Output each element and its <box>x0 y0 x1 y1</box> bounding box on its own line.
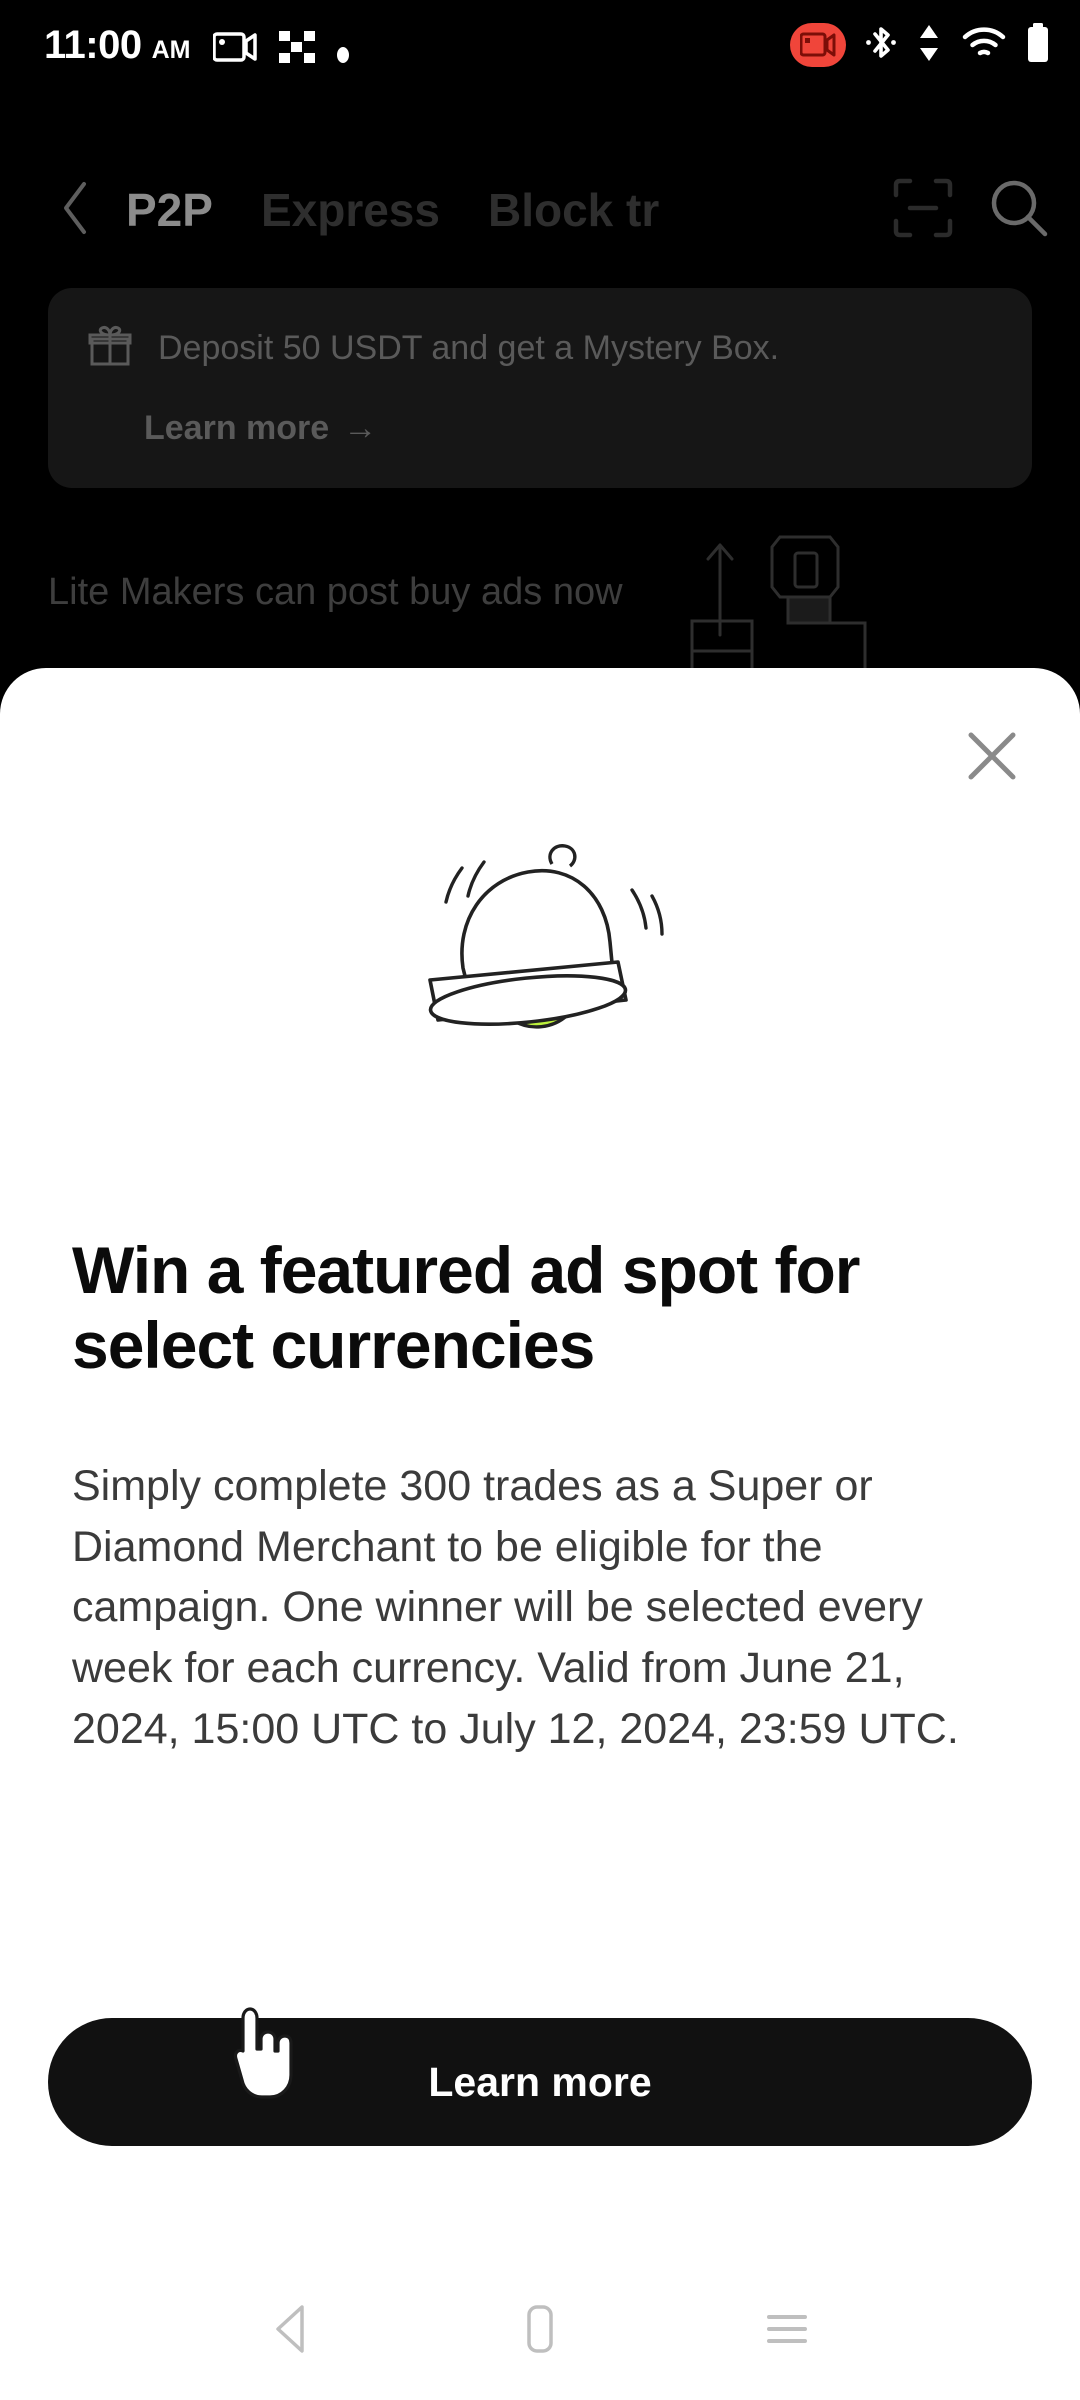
ringing-bell-illustration <box>400 816 680 1071</box>
arrow-right-icon: → <box>343 409 378 447</box>
scan-icon[interactable] <box>892 177 954 244</box>
lite-makers-card[interactable]: Lite Makers can post buy ads now <box>0 535 1080 743</box>
screen-record-icon <box>212 31 257 65</box>
modal-title: Win a featured ad spot for select curren… <box>72 1233 860 1383</box>
home-pill-icon <box>518 2301 562 2362</box>
back-button[interactable] <box>40 180 110 241</box>
battery-icon <box>1026 22 1050 68</box>
system-back-button[interactable] <box>248 2286 338 2376</box>
screen-record-badge-icon <box>790 23 846 67</box>
gift-icon <box>88 324 132 373</box>
nav-actions <box>892 177 1050 244</box>
pointing-hand-cursor <box>228 2005 298 2106</box>
system-home-button[interactable] <box>495 2286 585 2376</box>
close-icon <box>965 729 1019 788</box>
modal-close-button[interactable] <box>952 718 1032 798</box>
dot-icon <box>336 47 349 65</box>
data-transfer-icon <box>916 23 942 68</box>
status-bar-right <box>790 22 1050 68</box>
system-recents-button[interactable] <box>742 2286 832 2376</box>
learn-more-button[interactable]: Learn more <box>48 2018 1032 2146</box>
recents-menu-icon <box>761 2301 813 2362</box>
market-tabs: P2P Express Block tr <box>126 183 882 237</box>
promo-banner[interactable]: Deposit 50 USDT and get a Mystery Box. L… <box>48 288 1032 488</box>
search-icon[interactable] <box>988 177 1050 244</box>
system-navigation-bar <box>0 2262 1080 2400</box>
qr-fragment-icon <box>278 31 315 65</box>
status-bar: 11:00 AM <box>0 0 1080 90</box>
promo-banner-row: Deposit 50 USDT and get a Mystery Box. <box>88 324 992 373</box>
chevron-left-icon <box>58 180 92 241</box>
lite-makers-text: Lite Makers can post buy ads now <box>48 571 623 613</box>
status-bar-left: 11:00 AM <box>44 25 349 65</box>
promo-modal-sheet: Win a featured ad spot for select curren… <box>0 668 1080 2262</box>
back-triangle-icon <box>268 2301 318 2362</box>
phone-screen: 11:00 AM P2P Express Block tr Deposit 50… <box>0 0 1080 2400</box>
promo-banner-text: Deposit 50 USDT and get a Mystery Box. <box>158 329 780 368</box>
tab-p2p[interactable]: P2P <box>126 183 213 237</box>
tab-block-trade[interactable]: Block tr <box>488 183 659 237</box>
bluetooth-icon <box>866 23 896 68</box>
status-clock: 11:00 <box>44 23 142 67</box>
modal-body-text: Simply complete 300 trades as a Super or… <box>72 1462 959 1753</box>
promo-learn-more-label: Learn more <box>144 409 330 447</box>
wifi-icon <box>962 26 1006 65</box>
bell-illustration-container <box>0 816 1080 1071</box>
promo-learn-more-link[interactable]: Learn more → <box>144 409 992 448</box>
status-clock-meridiem: AM <box>151 36 191 64</box>
learn-more-button-label: Learn more <box>428 2058 652 2105</box>
tab-express[interactable]: Express <box>261 183 440 237</box>
top-navigation-bar: P2P Express Block tr <box>0 150 1080 270</box>
